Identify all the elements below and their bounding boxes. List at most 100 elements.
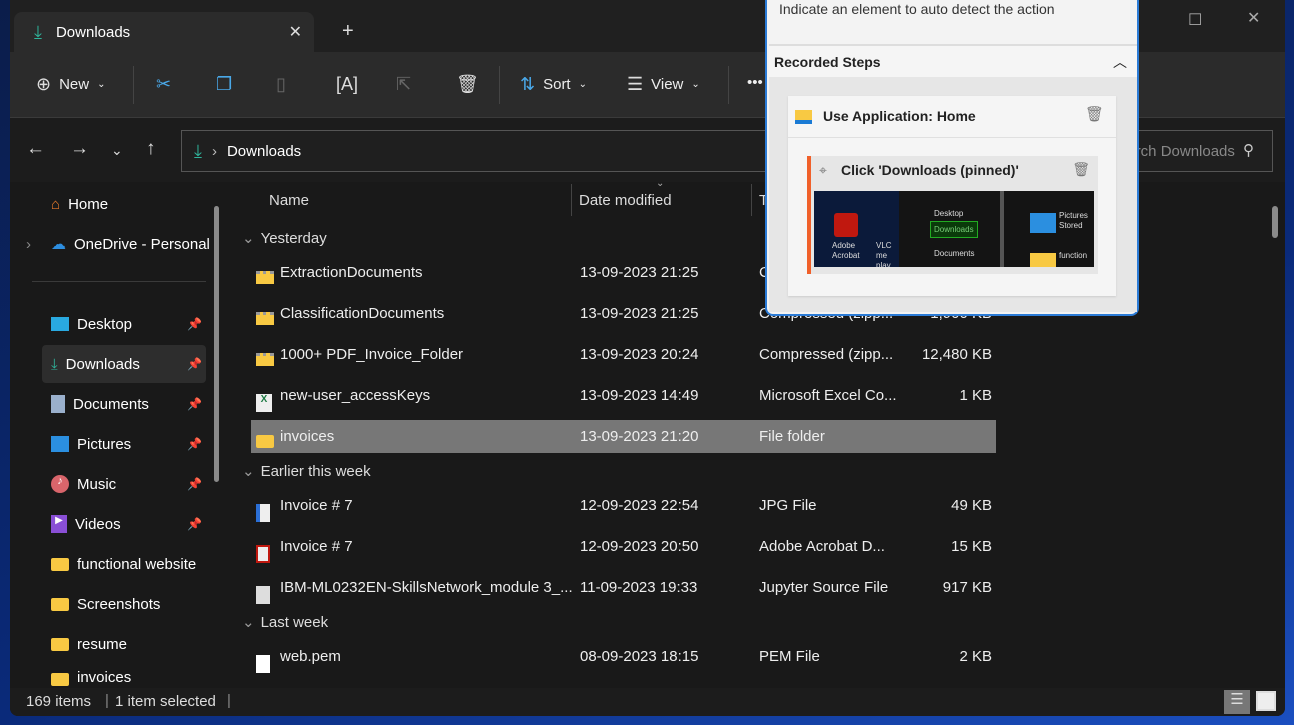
file-date: 13-09-2023 14:49 (580, 387, 699, 404)
address-bar[interactable]: ⤓ › Downloads (181, 130, 781, 172)
pin-icon: 📌 (187, 397, 202, 411)
new-label: New (59, 76, 90, 93)
desktop-icon (51, 317, 69, 331)
list-view-icon: ☰ (627, 74, 644, 94)
share-button[interactable]: ⇱ (396, 74, 411, 95)
click-icon: ⌖ (819, 162, 827, 178)
column-divider[interactable] (571, 184, 572, 216)
item-count: 169 items (26, 693, 92, 710)
click-step-card[interactable]: ⌖ Click 'Downloads (pinned)' 🗑 Adobe Acr… (807, 156, 1098, 274)
sidebar-item-functional-website[interactable]: functional website (42, 545, 222, 583)
expand-chevron-icon[interactable]: › (26, 236, 31, 253)
delete-step-icon[interactable]: 🗑 (1072, 161, 1090, 178)
sidebar-scrollbar[interactable] (214, 206, 219, 482)
sort-label: Sort (543, 76, 571, 93)
view-label: View (651, 76, 684, 93)
download-icon: ⤓ (34, 21, 42, 42)
file-name: new-user_accessKeys (280, 387, 431, 404)
table-row[interactable]: Invoice # 7 12-09-2023 22:54 JPG File 49… (251, 489, 996, 522)
file-date: 12-09-2023 20:50 (580, 538, 699, 555)
thumb-label: Downloads (930, 221, 978, 238)
details-view-button[interactable]: ☰ (1224, 690, 1250, 714)
pin-icon: 📌 (187, 357, 202, 371)
download-icon: ⤓ (51, 355, 58, 373)
thumb-label: function (1059, 251, 1088, 260)
sidebar-item-resume[interactable]: resume (42, 625, 206, 663)
sidebar-item-screenshots[interactable]: Screenshots (42, 585, 206, 623)
clipboard-icon: ▯ (276, 74, 286, 94)
sidebar-item-desktop[interactable]: Desktop 📌 (42, 305, 206, 343)
sidebar-item-label: Screenshots (77, 595, 161, 613)
table-row[interactable]: 1000+ PDF_Invoice_Folder 13-09-2023 20:2… (251, 338, 996, 371)
delete-step-icon[interactable]: 🗑 (1085, 105, 1104, 123)
table-row[interactable]: X new-user_accessKeys 13-09-2023 14:49 M… (251, 379, 996, 412)
pin-icon: 📌 (187, 317, 202, 331)
file-list-scrollbar[interactable] (1272, 206, 1278, 238)
view-button[interactable]: ☰ View ⌄ (627, 74, 700, 95)
file-date: 13-09-2023 21:20 (580, 428, 699, 445)
divider (133, 66, 134, 104)
sidebar-item-music[interactable]: ♪ Music 📌 (42, 465, 206, 503)
sidebar-item-videos[interactable]: ▶ Videos 📌 (42, 505, 206, 543)
forward-button[interactable]: → (70, 138, 89, 160)
copy-button[interactable]: ❐ (216, 74, 232, 95)
column-divider[interactable] (751, 184, 752, 216)
sidebar-item-label: Pictures (77, 435, 132, 453)
table-row[interactable]: invoices 13-09-2023 21:20 File folder (251, 420, 996, 453)
more-options-button[interactable]: ••• (747, 74, 763, 91)
sidebar-item-invoices[interactable]: invoices (42, 665, 206, 687)
recent-locations-button[interactable]: ⌄ (111, 142, 123, 159)
sidebar-item-downloads[interactable]: ⤓ Downloads 📌 (42, 345, 206, 383)
rename-button[interactable]: [A] (336, 74, 358, 95)
sidebar-item-documents[interactable]: Documents 📌 (42, 385, 206, 423)
file-size: 49 KB (951, 497, 992, 514)
sidebar-item-pictures[interactable]: Pictures 📌 (42, 425, 206, 463)
group-label: Yesterday (260, 230, 327, 247)
recorded-steps-header[interactable]: Recorded Steps ︿ (769, 44, 1137, 77)
step-screenshot: Adobe Acrobat VLC me play Desktop Downlo… (814, 191, 1094, 267)
file-name: invoices (280, 428, 335, 445)
download-icon: ⤓ (194, 140, 202, 161)
file-type: Jupyter Source File (759, 579, 889, 596)
sidebar-item-label: Desktop (77, 315, 133, 333)
close-window-button[interactable]: ✕ (1247, 8, 1260, 28)
group-header[interactable]: ⌄ Yesterday (242, 229, 327, 247)
cut-button[interactable]: ✂ (156, 74, 171, 95)
group-header[interactable]: ⌄ Earlier this week (242, 462, 371, 480)
table-row[interactable]: Invoice # 7 12-09-2023 20:50 Adobe Acrob… (251, 530, 996, 563)
tab-downloads[interactable]: ⤓ Downloads ✕ (14, 12, 314, 52)
sort-chevron-icon: ⌄ (656, 178, 665, 189)
collapse-chevron-icon[interactable]: ︿ (1113, 52, 1127, 72)
divider (499, 66, 500, 104)
column-header-date[interactable]: Date modified (579, 192, 672, 209)
section-title: Recorded Steps (774, 54, 881, 70)
column-header-name[interactable]: Name (269, 192, 309, 209)
steps-area: Use Application: Home 🗑 ⌖ Click 'Downloa… (769, 77, 1137, 312)
indicate-hint[interactable]: Indicate an element to auto detect the a… (779, 1, 1055, 17)
scissors-icon: ✂ (156, 74, 172, 94)
paste-button[interactable]: ▯ (276, 74, 286, 95)
back-button[interactable]: ← (26, 138, 45, 160)
new-tab-button[interactable]: + (342, 20, 354, 43)
up-button[interactable]: ↑ (146, 138, 156, 160)
video-icon: ▶ (51, 515, 67, 533)
sidebar-item-onedrive[interactable]: › ☁ OneDrive - Personal (26, 225, 222, 263)
breadcrumb[interactable]: Downloads (227, 143, 301, 160)
file-type: Adobe Acrobat D... (759, 538, 885, 555)
application-step-card[interactable]: Use Application: Home 🗑 ⌖ Click 'Downloa… (788, 96, 1116, 296)
sort-button[interactable]: ⇅ Sort ⌄ (520, 74, 587, 95)
table-row[interactable]: IBM-ML0232EN-SkillsNetwork_module 3_... … (251, 571, 996, 604)
maximize-button[interactable]: ☐ (1188, 10, 1202, 30)
pin-icon: 📌 (187, 517, 202, 531)
folder-icon (51, 673, 69, 686)
tiles-view-button[interactable] (1256, 691, 1276, 711)
table-row[interactable]: web.pem 08-09-2023 18:15 PEM File 2 KB (251, 640, 996, 673)
file-name: Invoice # 7 (280, 497, 353, 514)
group-header[interactable]: ⌄ Last week (242, 613, 328, 631)
sidebar-item-home[interactable]: ⌂ Home (42, 185, 206, 223)
pin-icon: 📌 (187, 477, 202, 491)
delete-button[interactable]: 🗑 (456, 74, 479, 95)
close-tab-button[interactable]: ✕ (289, 22, 302, 42)
new-button[interactable]: ⊕ New ⌄ (36, 74, 106, 95)
sort-icon: ⇅ (520, 74, 536, 94)
